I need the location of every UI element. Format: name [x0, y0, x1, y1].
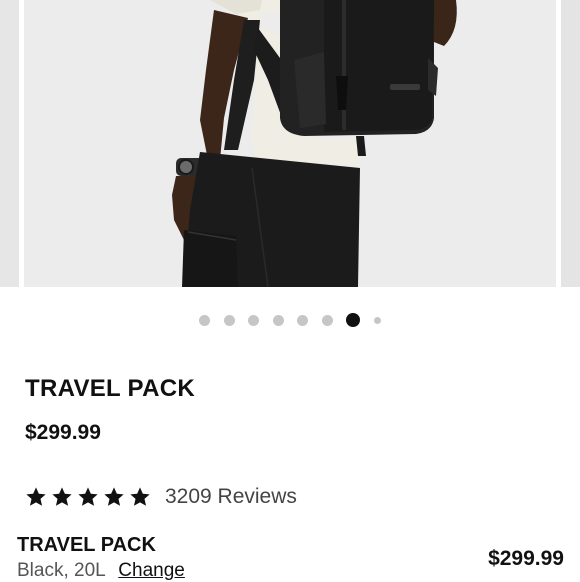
product-image[interactable]	[24, 0, 556, 287]
product-photo	[24, 0, 556, 287]
sticky-price: $299.99	[488, 547, 564, 570]
rating-stars	[25, 486, 151, 508]
carousel-dot[interactable]	[248, 314, 260, 326]
carousel-dot[interactable]	[346, 313, 361, 327]
previous-slide-peek[interactable]	[0, 0, 19, 287]
carousel-dot[interactable]	[321, 314, 333, 326]
carousel-dot[interactable]	[272, 314, 284, 326]
star-icon	[51, 486, 73, 508]
sticky-product-title: TRAVEL PACK	[17, 534, 156, 556]
reviews-count-link[interactable]: 3209 Reviews	[165, 485, 297, 509]
star-icon	[129, 486, 151, 508]
variant-text: Black, 20L	[17, 560, 106, 581]
product-price: $299.99	[25, 421, 101, 444]
brand-mark-graphic	[390, 84, 420, 90]
product-title: TRAVEL PACK	[25, 375, 195, 402]
variant-summary: Black, 20L Change	[17, 560, 185, 582]
product-rating[interactable]: 3209 Reviews	[25, 484, 297, 510]
carousel-dot[interactable]	[297, 314, 309, 326]
carousel-dot[interactable]	[374, 316, 382, 324]
star-icon	[77, 486, 99, 508]
next-slide-peek[interactable]	[561, 0, 580, 287]
sticky-purchase-bar: TRAVEL PACK Black, 20L Change $299.99	[0, 527, 580, 582]
change-variant-link[interactable]: Change	[118, 560, 185, 581]
star-icon	[25, 486, 47, 508]
carousel-dot[interactable]	[198, 314, 210, 326]
star-icon	[103, 486, 125, 508]
product-image-carousel[interactable]	[0, 0, 580, 287]
carousel-dot[interactable]	[223, 314, 235, 326]
carousel-pagination	[0, 307, 580, 333]
